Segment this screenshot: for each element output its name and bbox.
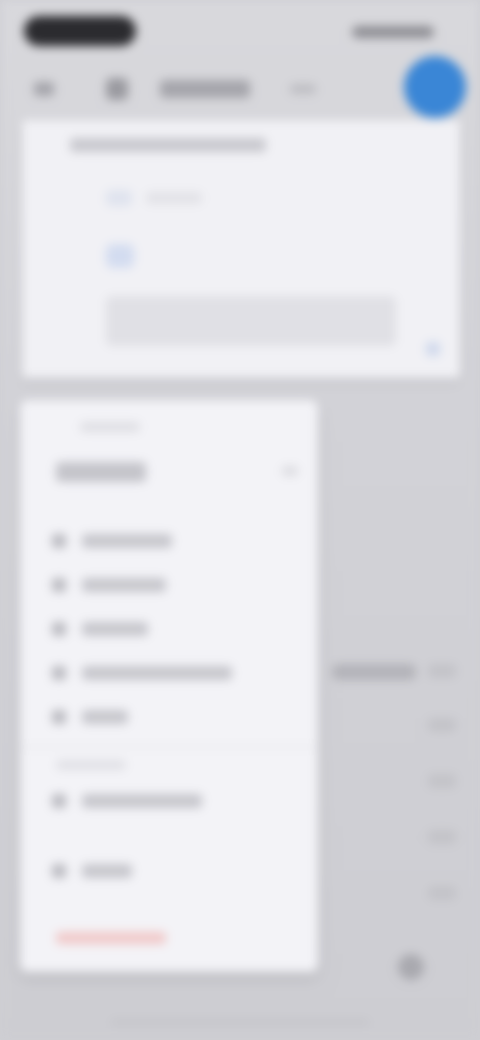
menu-item-label — [82, 622, 148, 636]
row-icon — [106, 190, 132, 206]
menu-item-label — [82, 534, 172, 548]
status-bar — [0, 0, 480, 64]
panel-header — [70, 138, 266, 152]
nav-title — [160, 80, 250, 98]
menu-item-label — [82, 864, 132, 878]
menu-item-2[interactable] — [48, 570, 288, 600]
list-marker — [428, 830, 456, 844]
menu-item-icon — [52, 622, 66, 636]
side-menu — [20, 400, 318, 972]
menu-caption — [80, 422, 140, 432]
background-list-label — [332, 664, 416, 680]
menu-item-label — [82, 666, 232, 680]
app-icon — [106, 78, 128, 100]
menu-item-icon — [52, 794, 66, 808]
status-time — [24, 16, 136, 46]
content-panel — [22, 120, 460, 378]
row-label — [146, 192, 202, 204]
menu-item-6[interactable] — [48, 786, 288, 816]
back-arrow-icon[interactable] — [34, 82, 54, 96]
menu-item-5[interactable] — [48, 702, 288, 732]
nav-extra[interactable] — [290, 84, 316, 94]
menu-item-label — [82, 710, 128, 724]
menu-item-7[interactable] — [48, 856, 288, 886]
menu-item-3[interactable] — [48, 614, 288, 644]
add-button[interactable] — [404, 56, 466, 118]
menu-section-label — [56, 760, 126, 770]
list-marker — [428, 718, 456, 732]
radio-icon[interactable] — [106, 244, 134, 268]
chevron-icon[interactable] — [282, 466, 298, 476]
status-icons — [352, 26, 434, 38]
list-marker — [428, 886, 456, 900]
menu-item-4[interactable] — [48, 658, 288, 688]
menu-item-icon — [52, 710, 66, 724]
home-indicator — [110, 1018, 370, 1026]
profile-icon[interactable] — [398, 954, 424, 980]
blurred-screen — [0, 0, 480, 1040]
menu-divider — [20, 746, 318, 748]
menu-item-icon — [52, 534, 66, 548]
list-marker — [428, 664, 456, 678]
menu-item-label — [82, 578, 166, 592]
menu-item-label — [82, 794, 202, 808]
menu-item-icon — [52, 666, 66, 680]
checkbox-icon[interactable] — [426, 342, 440, 356]
logout-link[interactable] — [56, 932, 166, 944]
list-marker — [428, 774, 456, 788]
text-field[interactable] — [106, 296, 396, 346]
menu-item-icon — [52, 578, 66, 592]
menu-item-1[interactable] — [48, 526, 288, 556]
menu-heading — [56, 462, 146, 482]
background-list — [320, 640, 480, 1000]
menu-item-icon — [52, 864, 66, 878]
